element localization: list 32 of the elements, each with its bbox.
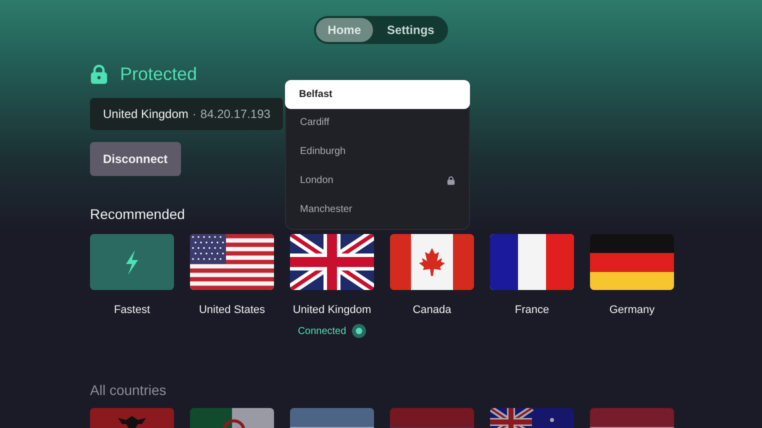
country-tile[interactable] (590, 234, 674, 290)
country-tile[interactable] (390, 234, 474, 290)
city-name: Manchester (300, 204, 352, 215)
country-name: United Kingdom (103, 107, 188, 121)
city-item[interactable]: Manchester (286, 195, 469, 224)
country-tile[interactable] (90, 234, 174, 290)
country-tile[interactable] (490, 234, 574, 290)
ip-address: 84.20.17.193 (200, 107, 270, 121)
country-name: Fastest (114, 304, 150, 316)
city-name: Belfast (299, 89, 332, 100)
country-name: France (514, 304, 550, 316)
city-name: London (300, 175, 334, 186)
country-tile[interactable] (290, 234, 374, 290)
city-item[interactable]: Cardiff (286, 108, 469, 137)
lock-icon (90, 64, 108, 84)
city-item[interactable]: London (286, 166, 469, 195)
disconnect-button[interactable]: Disconnect (90, 142, 181, 176)
country-name: Germany (609, 304, 655, 316)
city-name: Cardiff (300, 117, 330, 128)
section-title: Recommended (90, 206, 185, 222)
country-name: Canada (412, 304, 452, 316)
city-name: Edinburgh (300, 146, 346, 157)
connection-status: Connected (298, 326, 346, 336)
city-item[interactable]: Belfast (285, 80, 470, 109)
separator-dot: · (192, 107, 196, 121)
tab[interactable]: Settings (375, 18, 446, 42)
city-item[interactable]: Edinburgh (286, 137, 469, 166)
country-name: United States (198, 304, 266, 316)
country-tile[interactable] (190, 234, 274, 290)
status-label: Protected (120, 64, 198, 84)
section-title: All countries (90, 382, 166, 398)
country-name: United Kingdom (292, 304, 372, 316)
